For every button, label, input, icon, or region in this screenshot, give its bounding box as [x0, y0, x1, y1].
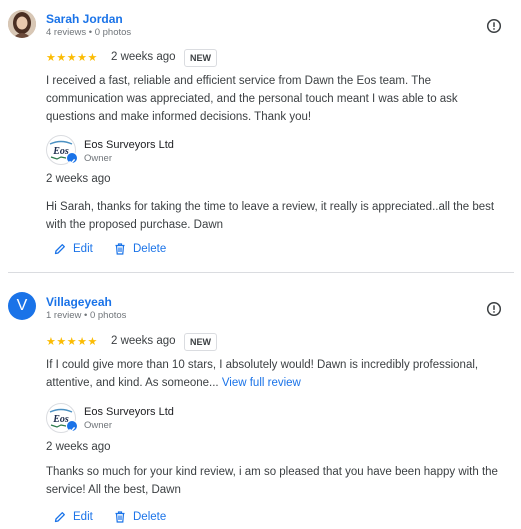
review-text: If I could give more than 10 stars, I ab… [46, 356, 506, 392]
star-rating: ★★★★★ [46, 52, 98, 64]
review-text: I received a fast, reliable and efficien… [46, 75, 458, 123]
trash-icon [115, 511, 125, 523]
reviewer-name[interactable]: Villageyeah [46, 295, 112, 309]
review-date: 2 weeks ago [111, 335, 176, 347]
alert-circle-icon[interactable] [486, 301, 502, 317]
reply-text: Thanks so much for your kind review, i a… [46, 466, 498, 496]
star-rating: ★★★★★ [46, 336, 98, 348]
delete-label: Delete [133, 511, 167, 523]
delete-button[interactable]: Delete [114, 240, 166, 258]
new-badge: NEW [184, 333, 217, 351]
pencil-icon [54, 244, 65, 255]
owner-name: Eos Surveyors Ltd [84, 406, 174, 418]
reviewer-meta: 4 reviews • 0 photos [46, 27, 132, 38]
review-card: V Villageyeah 1 review • 0 photos ★★★★★ … [0, 273, 521, 529]
pencil-icon [54, 512, 65, 523]
review-date: 2 weeks ago [111, 51, 176, 63]
delete-button[interactable]: Delete [114, 508, 166, 526]
check-badge-icon [66, 152, 78, 165]
avatar[interactable]: V [8, 292, 36, 320]
avatar[interactable] [8, 10, 36, 38]
reviewer-name[interactable]: Sarah Jordan [46, 12, 123, 26]
new-badge: NEW [184, 49, 217, 67]
view-full-review-link[interactable]: View full review [222, 377, 301, 389]
edit-button[interactable]: Edit [54, 508, 93, 526]
check-badge-icon [66, 420, 78, 433]
edit-label: Edit [73, 243, 93, 255]
review-card: Sarah Jordan 4 reviews • 0 photos ★★★★★ … [0, 0, 521, 272]
edit-button[interactable]: Edit [54, 240, 93, 258]
reply-date: 2 weeks ago [46, 441, 111, 453]
delete-label: Delete [133, 243, 167, 255]
owner-name: Eos Surveyors Ltd [84, 139, 174, 151]
owner-role: Owner [84, 420, 112, 431]
owner-role: Owner [84, 153, 112, 164]
trash-icon [115, 243, 125, 255]
alert-circle-icon[interactable] [486, 18, 502, 34]
reviewer-meta: 1 review • 0 photos [46, 310, 127, 321]
edit-label: Edit [73, 511, 93, 523]
reply-text: Hi Sarah, thanks for taking the time to … [46, 201, 495, 231]
reply-date: 2 weeks ago [46, 173, 111, 185]
